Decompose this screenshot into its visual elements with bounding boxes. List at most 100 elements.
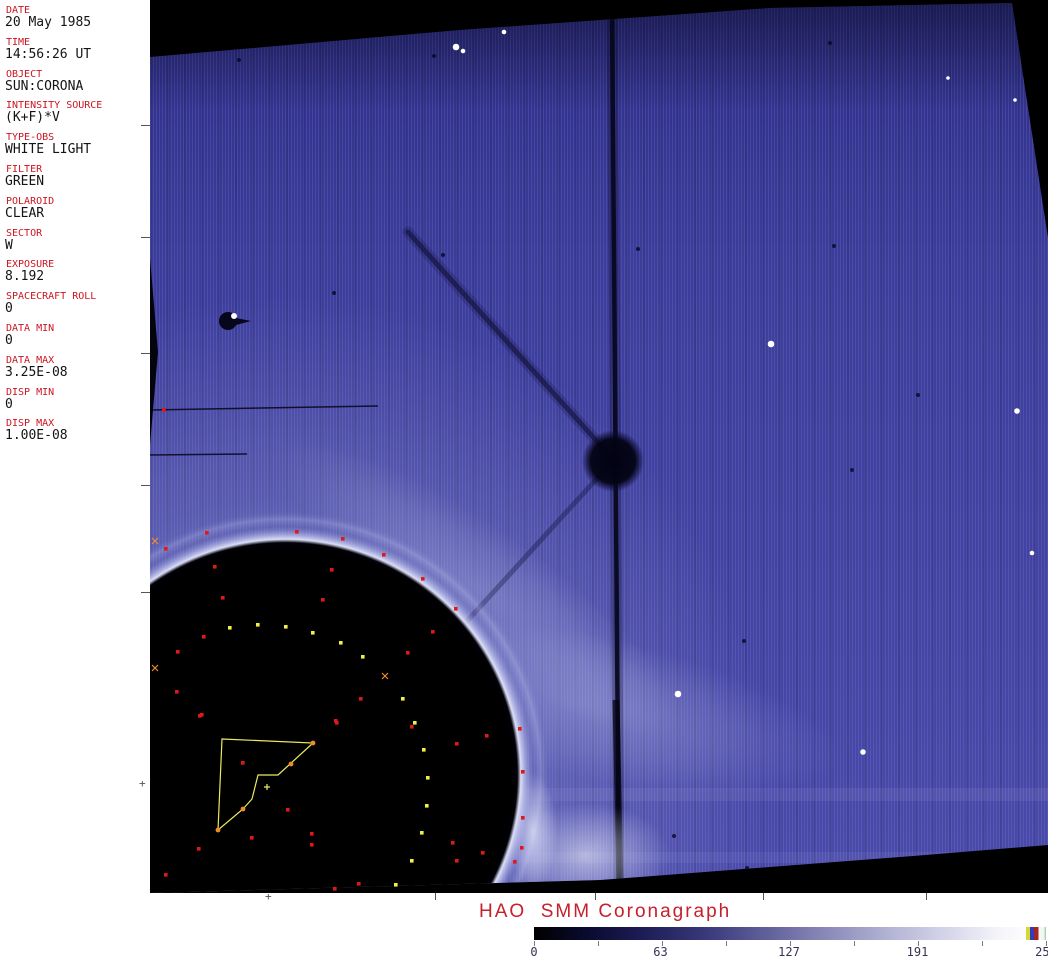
fiducial-dot-red <box>333 887 337 891</box>
fiducial-dot-yellow <box>284 625 288 629</box>
dark-speck <box>850 468 854 472</box>
star-dot <box>1014 408 1020 414</box>
fiducial-dot-yellow <box>339 641 343 645</box>
fiducial-dot-yellow <box>228 626 232 630</box>
metadata-value: GREEN <box>5 174 45 189</box>
fiducial-dot-yellow <box>394 883 398 887</box>
metadata-label: SECTOR <box>6 227 43 239</box>
dark-speck <box>441 253 445 257</box>
metadata-value: 0 <box>5 396 13 412</box>
metadata-value: 3.25E-08 <box>5 364 68 380</box>
metadata-value: W <box>5 237 13 253</box>
fiducial-dot-yellow <box>410 859 414 863</box>
fiducial-dot-red <box>295 530 299 534</box>
fiducial-dot-red <box>164 873 168 877</box>
metadata-value: 1.00E-08 <box>5 428 68 444</box>
metadata-label: DISP MIN <box>6 386 55 398</box>
colorbar-tick <box>726 941 727 946</box>
fiducial-dot-red <box>513 860 517 864</box>
fiducial-dot-red <box>455 742 459 746</box>
fiducial-dot-red <box>310 832 314 836</box>
plus-marker: + <box>139 777 146 790</box>
fiducial-dot-red <box>198 714 202 718</box>
fiducial-dot-red <box>321 598 325 602</box>
star-dot <box>501 29 507 35</box>
dust-spot-highlight <box>231 313 237 319</box>
metadata-value: 0 <box>5 333 13 348</box>
star-dot <box>767 340 775 348</box>
coronagraph-display-window: DATE 20 May 1985 TIME 14:56:26 UT OBJECT SUN:… <box>0 0 1048 960</box>
metadata-sidebar: DATE 20 May 1985 TIME 14:56:26 UT OBJECT SUN:… <box>0 0 150 960</box>
metadata-value: 20 May 1985 <box>5 15 92 30</box>
colorbar-tick <box>982 941 983 946</box>
coronagraph-image[interactable] <box>150 0 1048 893</box>
scratch-line-2 <box>150 453 248 456</box>
metadata-value: CLEAR <box>5 205 45 221</box>
dark-speck <box>828 41 832 45</box>
fiducial-dot-red <box>521 770 525 774</box>
star-dot <box>860 749 866 755</box>
fiducial-dot-red <box>164 547 168 551</box>
dark-speck <box>636 247 640 251</box>
bottom-axis-tick <box>763 893 764 900</box>
colorbar <box>534 927 1046 940</box>
plus-marker: + <box>265 890 272 903</box>
fiducial-dot-red <box>451 841 455 845</box>
fiducial-dot-yellow <box>426 776 430 780</box>
dark-speck <box>237 58 241 62</box>
colorbar-tick <box>598 941 599 946</box>
dark-speck <box>672 834 676 838</box>
fiducial-dot-red <box>518 727 522 731</box>
metadata-value: 8.192 <box>5 269 45 285</box>
dark-speck <box>332 291 336 295</box>
polygon-vertex-dot <box>310 740 316 746</box>
metadata-label: DATA MIN <box>6 323 55 334</box>
colorbar-label: 127 <box>778 945 800 959</box>
dark-speck <box>832 244 836 248</box>
fiducial-dot-red <box>406 651 410 655</box>
star-dot <box>1029 550 1035 556</box>
star-dot <box>946 76 950 80</box>
dark-speck <box>432 54 436 58</box>
metadata-label: SPACECRAFT ROLL <box>6 291 97 303</box>
fiducial-dot-yellow <box>413 721 417 725</box>
fiducial-dot-red <box>382 553 386 557</box>
bottom-axis-tick <box>435 893 436 900</box>
left-axis-tick <box>141 353 150 354</box>
star-dot <box>1013 98 1017 102</box>
fiducial-dot-red <box>521 816 525 820</box>
fiducial-dot-yellow <box>420 831 424 835</box>
fiducial-dot-red <box>341 537 345 541</box>
left-axis-tick <box>141 592 150 593</box>
fiducial-dot-red <box>357 882 361 886</box>
colorbar-label: 0 <box>530 945 538 959</box>
fiducial-dot-red <box>485 734 489 738</box>
polygon-vertex-dot <box>240 806 246 812</box>
dark-speck <box>745 866 749 870</box>
fiducial-dot-red <box>205 531 209 535</box>
fiducial-dot-red <box>421 577 425 581</box>
metadata-value: 14:56:26 UT <box>5 46 92 62</box>
star-dot <box>460 48 466 54</box>
fiducial-dot-red <box>310 843 314 847</box>
fiducial-dot-red <box>176 650 180 654</box>
fiducial-dot-red <box>455 859 459 863</box>
fiducial-dot-red <box>213 565 217 569</box>
metadata-value: 0 <box>5 301 13 317</box>
coronagraph-frame <box>150 0 1048 893</box>
fiducial-dot-red <box>241 761 245 765</box>
field-texture-group <box>150 3 1048 893</box>
fiducial-dot-red <box>162 408 166 412</box>
colorbar-label: 255 <box>1035 945 1048 959</box>
fiducial-dot-red <box>335 721 339 725</box>
left-axis-tick <box>141 125 150 126</box>
polygon-vertex-dot <box>215 827 221 833</box>
fiducial-dot-yellow <box>256 623 260 627</box>
metadata-label: OBJECT <box>6 68 43 80</box>
fiducial-dot-red <box>359 697 363 701</box>
bottom-axis-tick <box>595 893 596 900</box>
left-axis-tick <box>141 485 150 486</box>
left-axis-tick <box>141 237 150 238</box>
fiducial-dot-yellow <box>425 804 429 808</box>
pylon-blob <box>582 430 644 492</box>
